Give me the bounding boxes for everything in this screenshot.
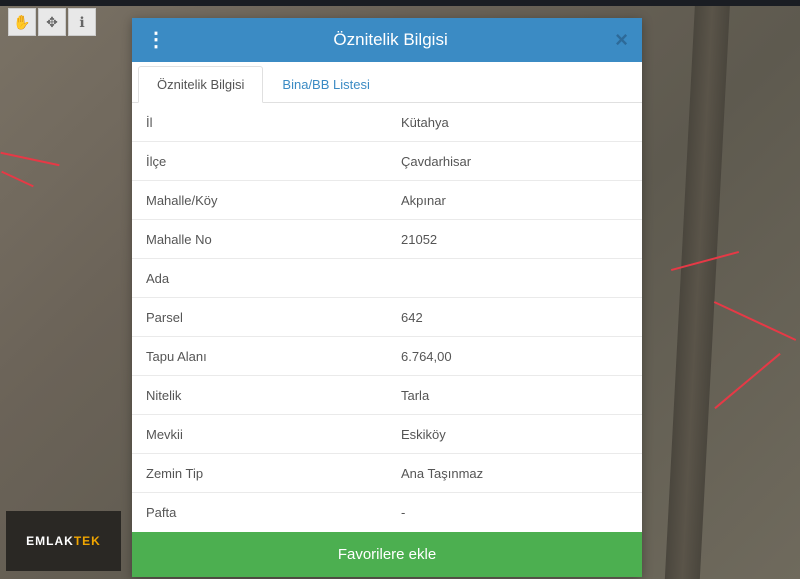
map-road <box>665 0 730 579</box>
logo-text-1: EMLAK <box>26 534 74 548</box>
hand-icon: ✋ <box>13 14 30 31</box>
attr-label-zemintip: Zemin Tip <box>132 456 387 491</box>
add-to-favorites-button[interactable]: Favorilere ekle <box>132 532 642 577</box>
attr-label-mevkii: Mevkii <box>132 417 387 452</box>
top-bar <box>0 0 800 6</box>
table-row: İlçe Çavdarhisar <box>132 142 642 181</box>
pan-tool-button[interactable]: ✋ <box>8 8 36 36</box>
table-row: Mahalle No 21052 <box>132 220 642 259</box>
parcel-boundary-line <box>1 171 34 188</box>
move-tool-button[interactable]: ✥ <box>38 8 66 36</box>
brand-logo: EMLAKTEK <box>6 511 121 571</box>
attr-value-ada <box>387 268 642 288</box>
move-icon: ✥ <box>46 14 58 31</box>
attr-label-nitelik: Nitelik <box>132 378 387 413</box>
attribute-info-modal: ⋮ Öznitelik Bilgisi × Öznitelik Bilgisi … <box>132 18 642 577</box>
logo-text-2: TEK <box>74 534 101 548</box>
close-icon[interactable]: × <box>615 27 628 53</box>
tabs-container: Öznitelik Bilgisi Bina/BB Listesi <box>132 62 642 103</box>
table-row: İl Kütahya <box>132 103 642 142</box>
attr-value-mevkii: Eskiköy <box>387 417 642 452</box>
table-row: Tapu Alanı 6.764,00 <box>132 337 642 376</box>
table-row: Pafta - <box>132 493 642 532</box>
table-row: Zemin Tip Ana Taşınmaz <box>132 454 642 493</box>
attr-value-il: Kütahya <box>387 105 642 140</box>
attr-label-mahalleno: Mahalle No <box>132 222 387 257</box>
table-row: Ada <box>132 259 642 298</box>
attr-label-tapualani: Tapu Alanı <box>132 339 387 374</box>
modal-header: ⋮ Öznitelik Bilgisi × <box>132 18 642 62</box>
table-row: Nitelik Tarla <box>132 376 642 415</box>
attribute-table: İl Kütahya İlçe Çavdarhisar Mahalle/Köy … <box>132 103 642 532</box>
attr-label-ilce: İlçe <box>132 144 387 179</box>
map-toolbar: ✋ ✥ ℹ <box>8 8 96 36</box>
attr-label-parsel: Parsel <box>132 300 387 335</box>
attr-value-tapualani: 6.764,00 <box>387 339 642 374</box>
tab-building-list[interactable]: Bina/BB Listesi <box>263 66 388 103</box>
info-tool-button[interactable]: ℹ <box>68 8 96 36</box>
attr-label-il: İl <box>132 105 387 140</box>
info-icon: ℹ <box>79 14 84 31</box>
parcel-boundary-line <box>0 152 59 166</box>
attr-value-zemintip: Ana Taşınmaz <box>387 456 642 491</box>
attr-value-pafta: - <box>387 495 642 530</box>
attr-value-mahalle: Akpınar <box>387 183 642 218</box>
attr-label-ada: Ada <box>132 261 387 296</box>
attr-value-mahalleno: 21052 <box>387 222 642 257</box>
parcel-boundary-line <box>714 301 796 341</box>
tab-attribute-info[interactable]: Öznitelik Bilgisi <box>138 66 263 103</box>
parcel-boundary-line <box>714 353 780 409</box>
table-row: Mevkii Eskiköy <box>132 415 642 454</box>
table-row: Parsel 642 <box>132 298 642 337</box>
modal-menu-button[interactable]: ⋮ <box>146 37 166 43</box>
table-row: Mahalle/Köy Akpınar <box>132 181 642 220</box>
attr-label-pafta: Pafta <box>132 495 387 530</box>
attr-label-mahalle: Mahalle/Köy <box>132 183 387 218</box>
attr-value-ilce: Çavdarhisar <box>387 144 642 179</box>
modal-title: Öznitelik Bilgisi <box>333 30 447 50</box>
attr-value-parsel: 642 <box>387 300 642 335</box>
attr-value-nitelik: Tarla <box>387 378 642 413</box>
